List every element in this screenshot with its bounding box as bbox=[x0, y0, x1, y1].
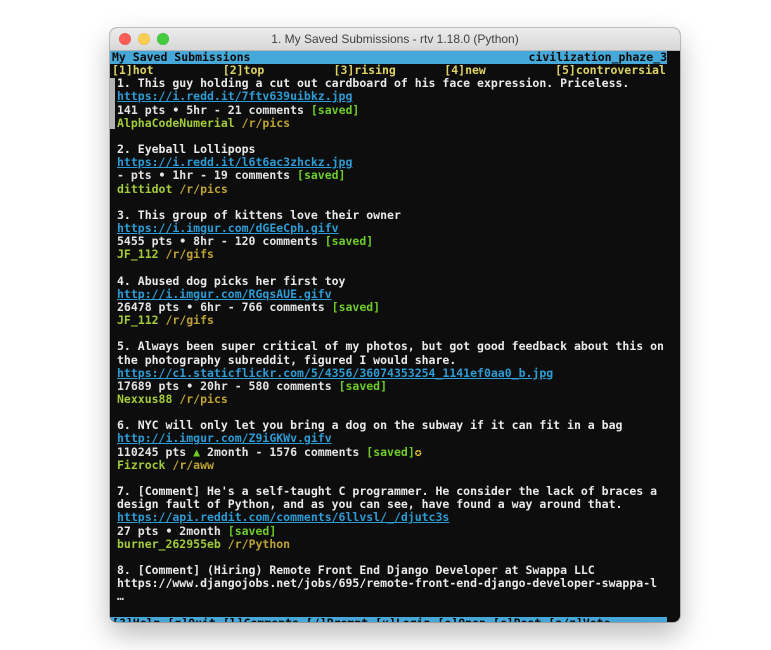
traffic-lights bbox=[119, 33, 169, 45]
shortcut-hint[interactable]: [l]Comments bbox=[223, 616, 299, 622]
submission-subreddit: /r/Python bbox=[228, 537, 290, 551]
stats-segment: 17689 pts • 20hr - 580 comments bbox=[117, 379, 339, 393]
stats-segment: 26478 pts • 6hr - 766 comments bbox=[117, 300, 332, 314]
submission-author: JF_112 bbox=[117, 313, 159, 327]
shortcut-hints: [?]Help [q]Quit [l]Comments [/]Prompt [u]Log… bbox=[112, 617, 611, 622]
zoom-button-icon[interactable] bbox=[157, 33, 169, 45]
submission-row[interactable]: 2. Eyeball Lollipops https://i.redd.it/l… bbox=[117, 143, 664, 196]
submission-byline: AlphaCodeNumerial /r/pics bbox=[117, 117, 664, 130]
stats-segment: [saved] bbox=[311, 103, 359, 117]
shortcut-hint[interactable]: [?]Help bbox=[112, 616, 160, 622]
submission-row[interactable]: 6. NYC will only let you bring a dog on … bbox=[117, 419, 664, 472]
submission-byline: burner_262955eb /r/Python bbox=[117, 538, 664, 551]
shortcut-hint[interactable]: [c]Post bbox=[493, 616, 541, 622]
shortcut-hint[interactable]: [q]Quit bbox=[167, 616, 215, 622]
stats-segment: 5455 pts • 8hr - 120 comments bbox=[117, 234, 325, 248]
window-titlebar[interactable]: 1. My Saved Submissions - rtv 1.18.0 (Py… bbox=[110, 28, 680, 51]
window-title: 1. My Saved Submissions - rtv 1.18.0 (Py… bbox=[271, 32, 518, 46]
stats-segment: [saved] bbox=[332, 300, 380, 314]
shortcut-hint[interactable]: [u]Login bbox=[375, 616, 430, 622]
terminal-screen: My Saved Submissions civilization_phaze_… bbox=[110, 51, 680, 622]
stats-segment: - pts • 1hr - 19 comments bbox=[117, 168, 297, 182]
stats-segment: [saved] bbox=[339, 379, 387, 393]
submission-url[interactable]: https://www.djangojobs.net/jobs/695/remo… bbox=[117, 577, 664, 590]
close-button-icon[interactable] bbox=[119, 33, 131, 45]
stats-segment: [saved] bbox=[325, 234, 373, 248]
stats-segment: 141 pts • 5hr - 21 comments bbox=[117, 103, 311, 117]
shortcut-footer-bar: [?]Help [q]Quit [l]Comments [/]Prompt [u]Log… bbox=[110, 617, 667, 622]
submission-author: AlphaCodeNumerial bbox=[117, 116, 235, 130]
stats-segment: [saved] bbox=[297, 168, 345, 182]
submission-author: JF_112 bbox=[117, 247, 159, 261]
submission-byline: dittidot /r/pics bbox=[117, 183, 664, 196]
submission-row[interactable]: 4. Abused dog picks her first toy http:/… bbox=[117, 275, 664, 328]
submission-title: 7. [Comment] He's a self-taught C progra… bbox=[117, 485, 664, 511]
submission-row[interactable]: 3. This group of kittens love their owne… bbox=[117, 209, 664, 262]
truncation-ellipsis: … bbox=[117, 590, 664, 603]
submission-title: 4. Abused dog picks her first toy bbox=[117, 275, 664, 288]
submission-row[interactable]: 5. Always been super critical of my phot… bbox=[117, 340, 664, 406]
shortcut-hint[interactable]: [/]Prompt bbox=[306, 616, 368, 622]
stats-segment: [saved] bbox=[228, 524, 276, 538]
submission-row[interactable]: 1. This guy holding a cut out cardboard … bbox=[117, 77, 664, 130]
submission-author: dittidot bbox=[117, 182, 172, 196]
submission-subreddit: /r/gifs bbox=[165, 247, 213, 261]
submission-subreddit: /r/pics bbox=[179, 182, 227, 196]
submission-title: 3. This group of kittens love their owne… bbox=[117, 209, 664, 222]
submission-author: burner_262955eb bbox=[117, 537, 221, 551]
submission-byline: Fizrock /r/aww bbox=[117, 459, 664, 472]
submission-list: 1. This guy holding a cut out cardboard … bbox=[110, 77, 680, 603]
stats-segment: ✪ bbox=[415, 445, 422, 459]
stats-segment: 110245 pts bbox=[117, 445, 193, 459]
shortcut-hint[interactable]: [a/z]Vote bbox=[548, 616, 610, 622]
selection-cursor bbox=[110, 78, 115, 129]
submission-subreddit: /r/gifs bbox=[165, 313, 213, 327]
submission-row[interactable]: 7. [Comment] He's a self-taught C progra… bbox=[117, 485, 664, 551]
submission-row[interactable]: 8. [Comment] (Hiring) Remote Front End D… bbox=[117, 564, 664, 603]
submission-subreddit: /r/pics bbox=[179, 392, 227, 406]
shortcut-hint[interactable]: [o]Open bbox=[437, 616, 485, 622]
submission-title: 5. Always been super critical of my phot… bbox=[117, 340, 664, 366]
submission-subreddit: /r/pics bbox=[242, 116, 290, 130]
submission-author: Nexxus88 bbox=[117, 392, 172, 406]
stats-segment: 2month - 1576 comments bbox=[200, 445, 366, 459]
submission-byline: JF_112 /r/gifs bbox=[117, 248, 664, 261]
stats-segment: [saved] bbox=[366, 445, 414, 459]
submission-byline: JF_112 /r/gifs bbox=[117, 314, 664, 327]
minimize-button-icon[interactable] bbox=[138, 33, 150, 45]
terminal-window: 1. My Saved Submissions - rtv 1.18.0 (Py… bbox=[110, 28, 680, 622]
submission-author: Fizrock bbox=[117, 458, 165, 472]
stats-segment: 27 pts • 2month bbox=[117, 524, 228, 538]
submission-subreddit: /r/aww bbox=[172, 458, 214, 472]
submission-byline: Nexxus88 /r/pics bbox=[117, 393, 664, 406]
